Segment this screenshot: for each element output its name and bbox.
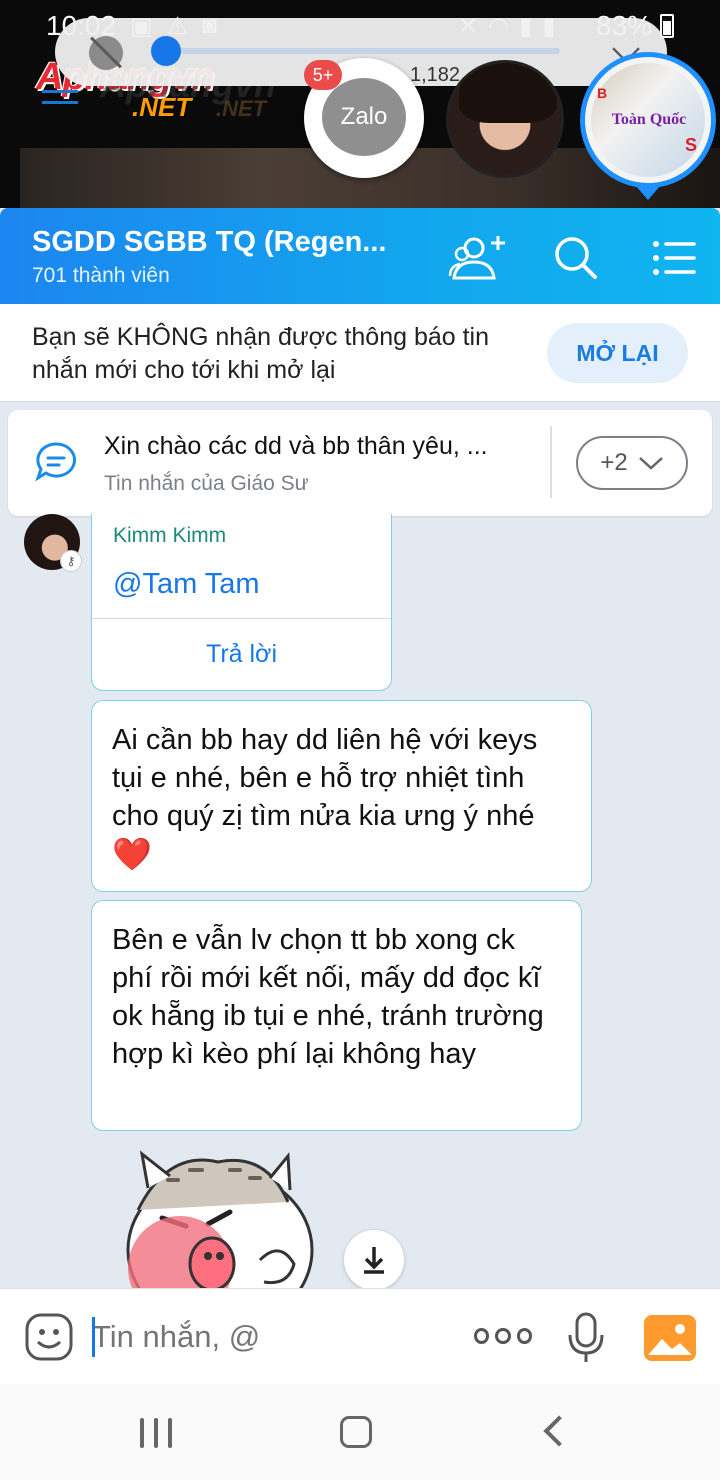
watermark-ghost-suffix: .NET	[216, 96, 267, 121]
text-caret	[92, 1317, 95, 1357]
contact-chat-head[interactable]	[446, 60, 564, 178]
cat-sticker[interactable]	[110, 1140, 330, 1288]
message-bubble[interactable]: Ai cần bb hay dd liên hệ với keys tụi e …	[91, 700, 592, 892]
sticker-emoji-icon[interactable]	[24, 1312, 74, 1362]
group-title[interactable]: SGDD SGBB TQ (Regen...	[32, 226, 386, 259]
avatar-hair	[459, 63, 557, 123]
heart-emoji: ❤️	[112, 836, 152, 872]
group-avatar-b: B	[597, 85, 608, 101]
message-text: Bên e vẫn lv chọn tt bb xong ck phí rồi …	[112, 924, 544, 1070]
chat-head-pointer	[636, 186, 660, 200]
home-button[interactable]	[340, 1416, 372, 1448]
pinned-divider	[550, 426, 552, 498]
recents-button[interactable]	[140, 1418, 172, 1448]
more-options-icon[interactable]	[474, 1321, 532, 1351]
key-member-icon: ⚷	[60, 550, 82, 572]
image-picker-icon[interactable]	[644, 1315, 696, 1361]
message-sender-name[interactable]: Kimm Kimm	[113, 524, 226, 548]
group-avatar-label: Toàn Quốc	[611, 111, 687, 128]
add-member-icon[interactable]	[448, 232, 508, 284]
pinned-message[interactable]: Xin chào các dd và bb thân yêu, ... Tin …	[8, 410, 712, 516]
chevron-down-icon	[638, 457, 663, 470]
unread-badge: 5+	[304, 60, 342, 90]
group-chat-head[interactable]: B Toàn Quốc S	[580, 52, 716, 188]
pinned-sender: Tin nhắn của Giáo Sư	[104, 472, 309, 495]
sender-avatar[interactable]: ⚷	[24, 514, 82, 572]
system-nav-bar	[0, 1384, 720, 1480]
volume-slider-track[interactable]	[165, 48, 560, 54]
back-button[interactable]	[543, 1415, 575, 1447]
reopen-notifications-button[interactable]: MỞ LẠI	[547, 323, 688, 383]
mute-notice-banner: Bạn sẽ KHÔNG nhận được thông báo tin nhắ…	[0, 304, 720, 402]
search-icon[interactable]	[546, 232, 606, 284]
message-input[interactable]	[92, 1315, 452, 1359]
message-input-bar	[0, 1288, 720, 1384]
message-text: Ai cần bb hay dd liên hệ với keys tụi e …	[112, 724, 538, 832]
download-icon[interactable]	[344, 1230, 404, 1290]
reply-button[interactable]: Trả lời	[92, 619, 391, 689]
chat-header: SGDD SGBB TQ (Regen... 701 thành viên	[0, 208, 720, 304]
microphone-icon[interactable]	[566, 1311, 606, 1365]
watermark-suffix: .NET	[132, 92, 192, 122]
mute-notice-text: Bạn sẽ KHÔNG nhận được thông báo tin nhắ…	[32, 323, 490, 384]
background-menu-icon	[42, 90, 78, 112]
pinned-text: Xin chào các dd và bb thân yêu, ...	[104, 432, 488, 460]
message-bubble[interactable]: Bên e vẫn lv chọn tt bb xong ck phí rồi …	[91, 900, 582, 1131]
zalo-logo: Zalo	[322, 78, 406, 156]
background-count: 1,182	[410, 64, 461, 86]
pinned-more-count: +2	[600, 449, 628, 476]
pinned-more-button[interactable]: +2	[576, 436, 688, 490]
reply-message-card[interactable]: Kimm Kimm @Tam Tam Trả lời	[91, 514, 392, 691]
message-icon	[35, 442, 76, 482]
volume-slider-thumb[interactable]	[151, 36, 181, 66]
member-count: 701 thành viên	[32, 264, 170, 287]
group-avatar-s: S	[684, 135, 697, 155]
volume-muted-icon[interactable]	[89, 36, 123, 70]
mention-link[interactable]: @Tam Tam	[113, 568, 260, 601]
menu-list-icon[interactable]	[644, 232, 704, 284]
